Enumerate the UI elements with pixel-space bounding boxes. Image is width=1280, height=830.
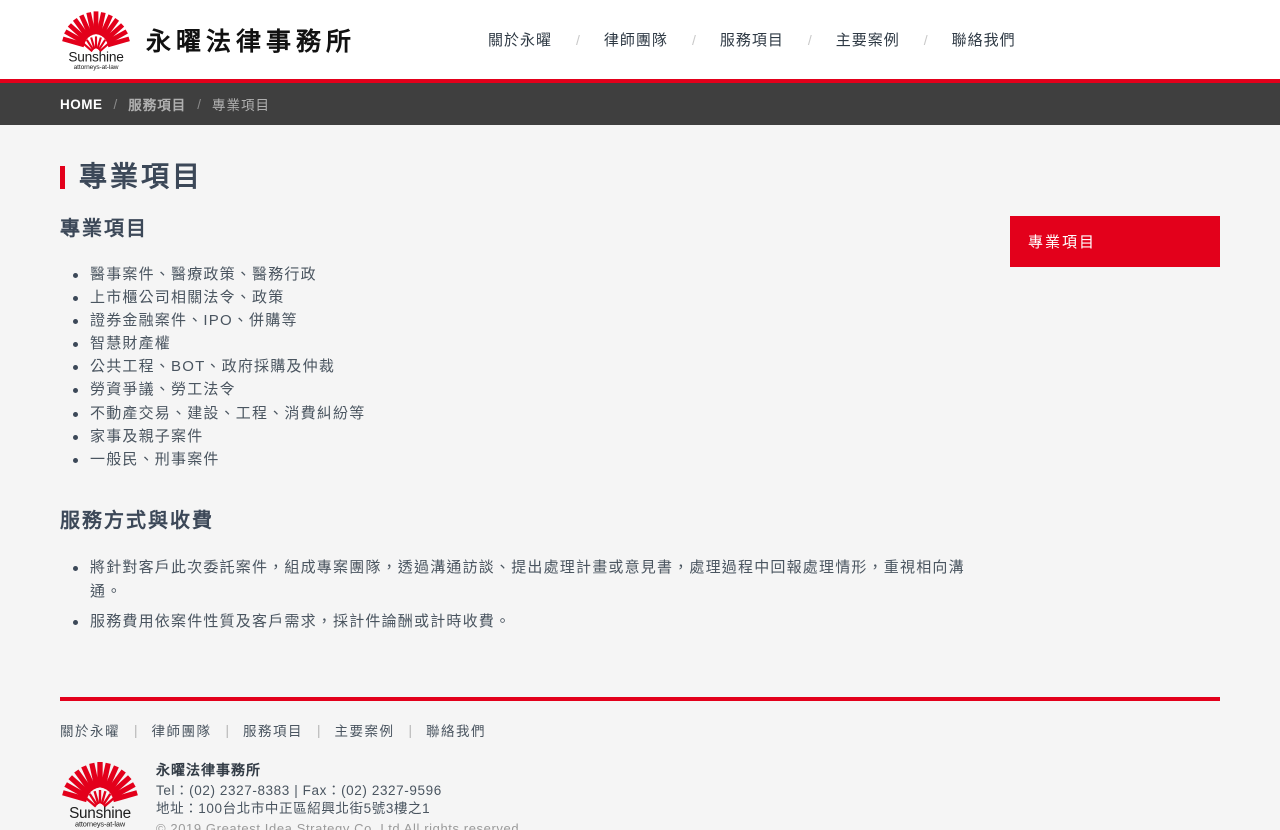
nav-separator: / (923, 31, 928, 48)
footer-nav-separator: | (134, 722, 138, 738)
brand-name: 永曜法律事務所 (146, 26, 357, 56)
sidebar-item-specialties[interactable]: 專業項目 (1010, 216, 1220, 267)
footer-nav-separator: | (408, 722, 413, 738)
page-title: 專業項目 (60, 163, 1220, 191)
nav-item-about[interactable]: 關於永曜 (486, 29, 554, 50)
svg-text:Sunshine: Sunshine (68, 49, 124, 64)
list-item: 一般民、刑事案件 (73, 449, 990, 472)
content-area: 專業項目 醫事案件、醫療政策、醫務行政 上市櫃公司相關法令、政策 證券金融案件、… (60, 191, 1220, 641)
nav-separator: / (807, 31, 812, 48)
list-item: 智慧財產權 (73, 333, 990, 356)
nav-item-cases[interactable]: 主要案例 (834, 29, 902, 50)
nav-separator: / (576, 31, 580, 48)
sunburst-logo-icon: Sunshine attorneys-at-law (60, 9, 132, 71)
svg-text:attorneys-at-law: attorneys-at-law (74, 63, 119, 70)
breadcrumb-item-services[interactable]: 服務項目 (128, 94, 186, 114)
list-item: 證券金融案件、IPO、併購等 (73, 310, 990, 333)
breadcrumb-separator: / (113, 96, 118, 112)
footer-sunburst-logo-icon: Sunshine attorneys-at-law (60, 759, 140, 829)
page-title-text: 專業項目 (79, 161, 204, 192)
list-item: 服務費用依案件性質及客戶需求，採計件論酬或計時收費。 (73, 610, 990, 635)
footer-nav-item-contact[interactable]: 聯絡我們 (426, 720, 486, 740)
list-item: 勞資爭議、勞工法令 (73, 379, 990, 402)
header-container: Sunshine attorneys-at-law 永曜法律事務所 關於永曜 /… (60, 0, 1220, 79)
footer-nav-item-team[interactable]: 律師團隊 (152, 720, 212, 740)
nav-item-contact[interactable]: 聯絡我們 (950, 29, 1018, 50)
footer-copyright: © 2019 Greatest Idea Strategy Co.,Ltd Al… (156, 820, 524, 830)
list-item: 公共工程、BOT、政府採購及仲裁 (73, 356, 990, 379)
section-heading-service-fees: 服務方式與收費 (60, 509, 214, 532)
site-logo-link[interactable]: Sunshine attorneys-at-law 永曜法律事務所 (60, 9, 356, 71)
footer-nav-separator: | (317, 722, 321, 738)
breadcrumb-separator: / (197, 96, 202, 112)
site-footer: 關於永曜 | 律師團隊 | 服務項目 | 主要案例 | 聯絡我們 Sunshin… (60, 641, 1220, 830)
footer-navigation: 關於永曜 | 律師團隊 | 服務項目 | 主要案例 | 聯絡我們 (60, 701, 1220, 740)
breadcrumb-bar: HOME / 服務項目 / 專業項目 (0, 83, 1280, 125)
svg-text:attorneys-at-law: attorneys-at-law (75, 819, 126, 828)
footer-company-name: 永曜法律事務所 (156, 762, 261, 779)
sidebar: 專業項目 (1010, 216, 1220, 267)
footer-nav-item-cases[interactable]: 主要案例 (335, 720, 395, 740)
footer-nav-item-services[interactable]: 服務項目 (243, 720, 303, 740)
footer-content: Sunshine attorneys-at-law 永曜法律事務所 Tel：(0… (60, 740, 1220, 830)
footer-nav-separator: | (225, 722, 230, 738)
breadcrumb: HOME / 服務項目 / 專業項目 (60, 83, 1220, 125)
list-item: 不動產交易、建設、工程、消費糾紛等 (73, 403, 990, 426)
title-accent-bar (60, 165, 65, 189)
list-item: 將針對客戶此次委託案件，組成專案團隊，透過溝通訪談、提出處理計畫或意見書，處理過… (73, 556, 990, 605)
footer-phone-fax: Tel：(02) 2327-8383 | Fax：(02) 2327-9596 (156, 782, 442, 798)
list-item: 上市櫃公司相關法令、政策 (73, 287, 990, 310)
page-title-section: 專業項目 (60, 125, 1220, 191)
service-fees-list: 將針對客戶此次委託案件，組成專案團隊，透過溝通訪談、提出處理計畫或意見書，處理過… (60, 556, 990, 635)
nav-separator: / (691, 31, 696, 48)
nav-item-services[interactable]: 服務項目 (718, 29, 786, 50)
site-header: Sunshine attorneys-at-law 永曜法律事務所 關於永曜 /… (0, 0, 1280, 79)
breadcrumb-home[interactable]: HOME (60, 97, 103, 112)
main-navigation: 關於永曜 / 律師團隊 / 服務項目 / 主要案例 / 聯絡我們 (486, 29, 1018, 50)
list-item: 家事及親子案件 (73, 426, 990, 449)
main-column: 專業項目 醫事案件、醫療政策、醫務行政 上市櫃公司相關法令、政策 證券金融案件、… (60, 216, 990, 641)
specialties-list: 醫事案件、醫療政策、醫務行政 上市櫃公司相關法令、政策 證券金融案件、IPO、併… (60, 264, 990, 472)
list-item: 醫事案件、醫療政策、醫務行政 (73, 264, 990, 287)
footer-contact-info: 永曜法律事務所 Tel：(02) 2327-8383 | Fax：(02) 23… (156, 759, 523, 830)
nav-item-team[interactable]: 律師團隊 (602, 29, 670, 50)
footer-nav-item-about[interactable]: 關於永曜 (60, 720, 120, 740)
section-heading-specialties: 專業項目 (60, 218, 148, 240)
breadcrumb-item-current: 專業項目 (212, 98, 271, 113)
footer-address: 地址：100台北市中正區紹興北街5號3樓之1 (156, 801, 431, 817)
